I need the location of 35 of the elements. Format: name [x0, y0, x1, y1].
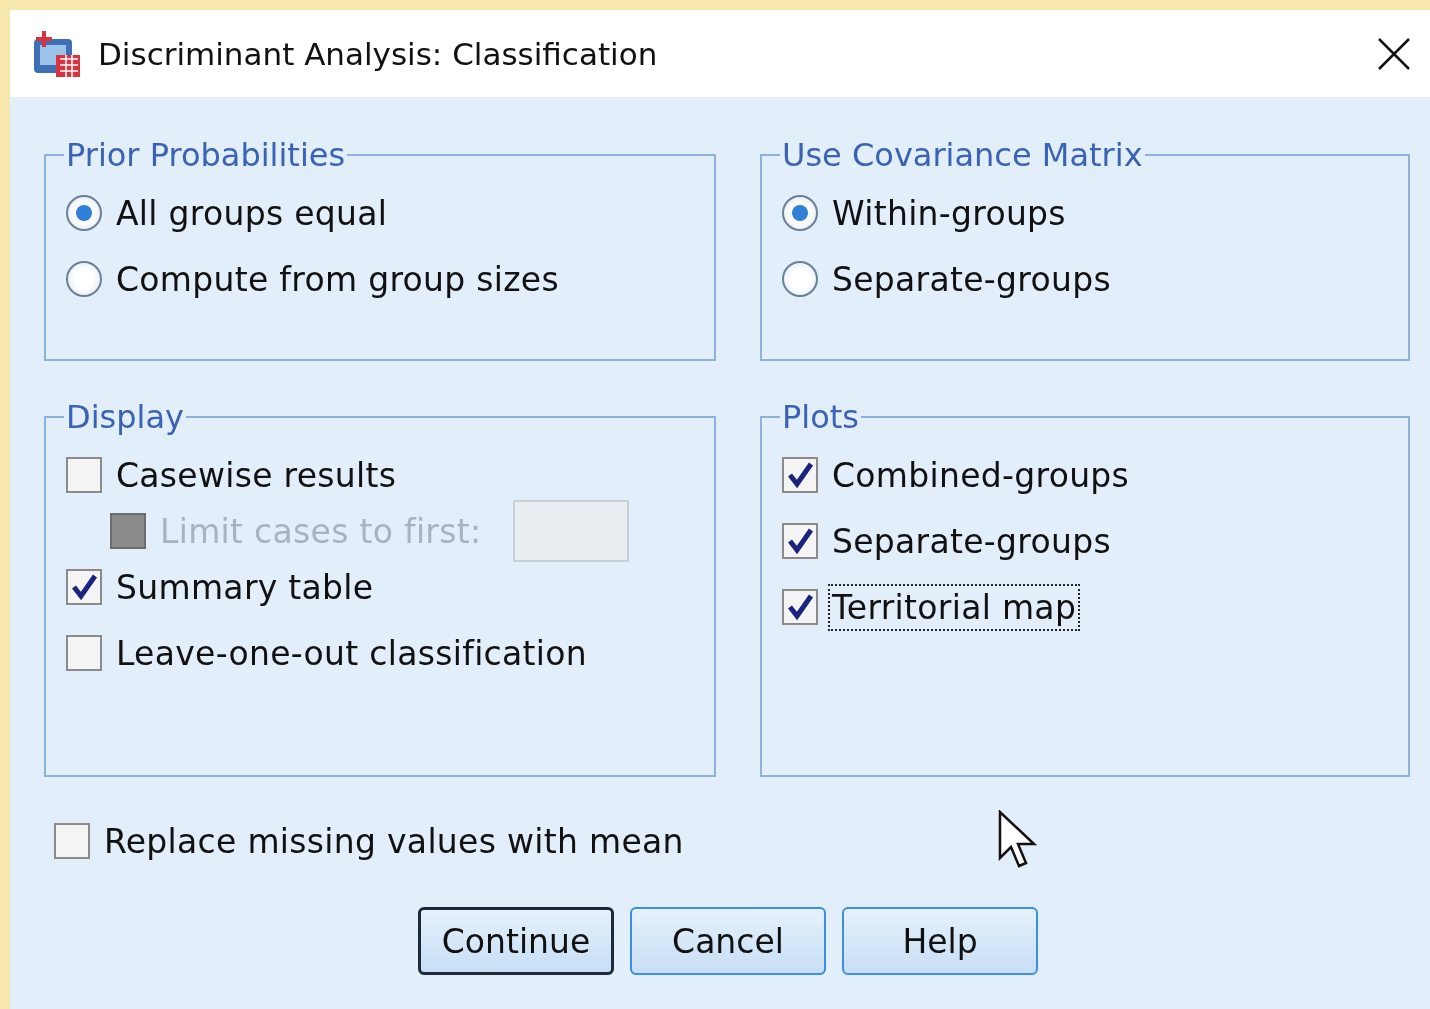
- checkbox[interactable]: [782, 457, 818, 493]
- radio-button[interactable]: [782, 195, 818, 231]
- checkbox[interactable]: [66, 569, 102, 605]
- check-icon: [786, 527, 814, 555]
- group-title: Prior Probabilities: [65, 139, 347, 171]
- option-label: Leave-one-out classification: [116, 633, 587, 673]
- group-title: Display: [65, 401, 185, 433]
- dialog-button[interactable]: Cancel: [630, 907, 826, 975]
- check-icon: [786, 461, 814, 489]
- option-label: Separate-groups: [832, 259, 1111, 299]
- radio-button[interactable]: [782, 261, 818, 297]
- checkbox[interactable]: [782, 589, 818, 625]
- option-label: Replace missing values with mean: [104, 821, 684, 861]
- dialog-button[interactable]: Help: [842, 907, 1038, 975]
- option-label: All groups equal: [116, 193, 388, 233]
- window-title: Discriminant Analysis: Classification: [98, 35, 659, 72]
- group-title: Plots: [781, 401, 860, 433]
- option-label: Casewise results: [116, 455, 397, 495]
- option-label: Compute from group sizes: [116, 259, 559, 299]
- check-icon: [786, 593, 814, 621]
- option-label: Within-groups: [832, 193, 1066, 233]
- radio-button[interactable]: [66, 195, 102, 231]
- option-label: Limit cases to first:: [160, 511, 482, 551]
- group-title: Use Covariance Matrix: [781, 139, 1144, 171]
- checkbox[interactable]: [54, 823, 90, 859]
- radio-button[interactable]: [66, 261, 102, 297]
- option-label: Separate-groups: [832, 521, 1111, 561]
- option-label: Summary table: [116, 567, 374, 607]
- option-label: Combined-groups: [832, 455, 1130, 495]
- close-icon: [1377, 36, 1411, 71]
- checkbox[interactable]: [66, 457, 102, 493]
- checkbox[interactable]: [66, 635, 102, 671]
- checkbox[interactable]: [782, 523, 818, 559]
- check-icon: [70, 573, 98, 601]
- dialog-button[interactable]: Continue: [418, 907, 614, 975]
